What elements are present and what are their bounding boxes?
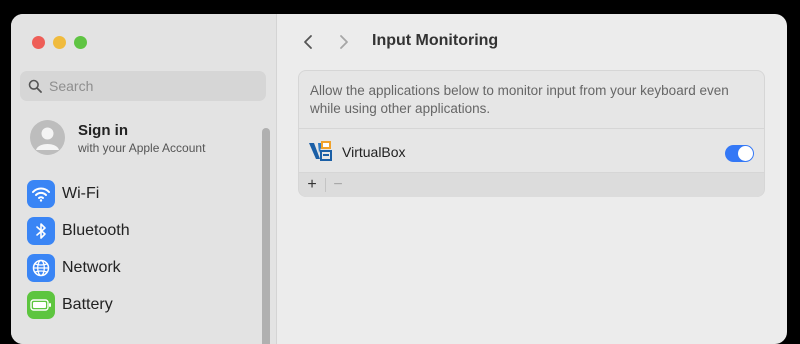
page-title: Input Monitoring: [372, 32, 499, 49]
add-app-button[interactable]: +: [301, 174, 323, 196]
virtualbox-icon: [309, 141, 332, 161]
sidebar-item-label: Bluetooth: [62, 222, 130, 239]
person-icon: [30, 120, 65, 155]
sidebar: Sign in with your Apple Account Wi-Fi Bl…: [11, 14, 277, 344]
settings-window: Sign in with your Apple Account Wi-Fi Bl…: [11, 14, 787, 344]
sidebar-scrollbar[interactable]: [262, 128, 270, 344]
apple-account-signin[interactable]: Sign in with your Apple Account: [30, 120, 260, 160]
sidebar-item-label: Network: [62, 259, 121, 276]
search-icon: [28, 79, 42, 93]
sidebar-item-battery[interactable]: Battery: [27, 291, 257, 319]
virtualbox-toggle[interactable]: [725, 145, 754, 162]
toolbar-separator: [325, 178, 326, 192]
minimize-window-button[interactable]: [53, 36, 66, 49]
chevron-left-icon: [304, 35, 312, 49]
sidebar-item-bluetooth[interactable]: Bluetooth: [27, 217, 257, 245]
back-button[interactable]: [298, 31, 318, 53]
search-input[interactable]: [49, 76, 249, 96]
remove-app-button[interactable]: −: [327, 174, 349, 196]
account-subtitle: with your Apple Account: [78, 141, 206, 155]
chevron-right-icon: [340, 35, 348, 49]
apps-panel: Allow the applications below to monitor …: [298, 70, 765, 197]
battery-icon: [27, 291, 55, 319]
sidebar-item-network[interactable]: Network: [27, 254, 257, 282]
sidebar-item-wifi[interactable]: Wi-Fi: [27, 180, 257, 208]
app-row-virtualbox: VirtualBox: [299, 129, 764, 172]
sidebar-item-label: Battery: [62, 296, 113, 313]
app-name: VirtualBox: [342, 144, 406, 160]
list-toolbar: + −: [299, 173, 764, 197]
panel-description: Allow the applications below to monitor …: [310, 83, 729, 116]
forward-button[interactable]: [334, 31, 354, 53]
main-content: Input Monitoring Allow the applications …: [277, 14, 787, 344]
maximize-window-button[interactable]: [74, 36, 87, 49]
close-window-button[interactable]: [32, 36, 45, 49]
wifi-icon: [27, 180, 55, 208]
globe-icon: [27, 254, 55, 282]
avatar: [30, 120, 65, 155]
sidebar-item-label: Wi-Fi: [62, 185, 100, 202]
bluetooth-icon: [27, 217, 55, 245]
window-controls: [32, 36, 87, 49]
account-title: Sign in: [78, 122, 128, 139]
search-box: [20, 71, 266, 101]
